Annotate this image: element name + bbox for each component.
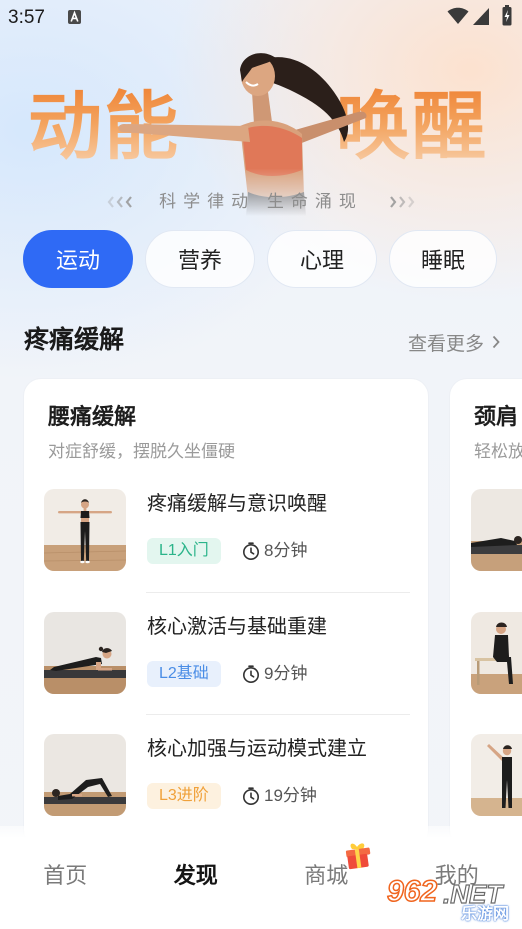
level-badge: L1入门 (147, 538, 221, 564)
site-watermark: 962 .NET 乐游网 (383, 875, 517, 926)
card-subtitle: 轻松放 (474, 442, 522, 461)
status-time: 3:57 (8, 7, 45, 28)
level-badge: L3进阶 (147, 783, 221, 809)
course-thumbnail[interactable] (471, 611, 522, 694)
clock-icon (241, 541, 261, 561)
card-title: 颈肩 (474, 404, 519, 429)
clock-icon (241, 786, 261, 806)
course-thumbnail (44, 611, 126, 694)
triple-chevron-right-icon (386, 195, 416, 209)
hero-tagline: 科学律动 生命涌现 (159, 192, 363, 211)
tab-sleep[interactable]: 睡眠 (389, 230, 497, 288)
course-duration: 19分钟 (264, 786, 317, 805)
nav-discover[interactable]: 发现 (131, 826, 262, 929)
cellular-signal-icon (473, 8, 489, 25)
card-title: 腰痛缓解 (48, 404, 137, 429)
a-notification-icon (68, 10, 81, 24)
watermark-number: 962 (386, 875, 438, 909)
course-item[interactable]: 核心加强与运动模式建立 L3进阶 19分钟 (24, 734, 428, 834)
triple-chevron-left-icon (106, 195, 136, 209)
nav-home[interactable]: 首页 (0, 826, 131, 929)
course-card-neck-shoulder[interactable]: 颈肩 轻松放 (449, 378, 522, 848)
course-title: 疼痛缓解与意识唤醒 (147, 493, 327, 515)
course-duration: 9分钟 (264, 663, 308, 683)
tab-nutrition[interactable]: 营养 (145, 230, 255, 288)
watermark-site-name: 乐游网 (461, 906, 510, 923)
tab-psychology[interactable]: 心理 (267, 230, 377, 288)
course-title: 核心激活与基础重建 (147, 615, 327, 638)
divider (146, 714, 410, 715)
course-thumbnail[interactable] (471, 734, 522, 816)
course-title: 核心加强与运动模式建立 (147, 738, 367, 760)
course-thumbnail (44, 489, 126, 571)
course-thumbnail (44, 734, 126, 816)
course-thumbnail[interactable] (471, 489, 522, 571)
course-card-lower-back[interactable]: 腰痛缓解 对症舒缓，摆脱久坐僵硬 疼痛缓解与意识唤醒 L1入门 8分钟 核心激活… (23, 378, 429, 848)
course-duration: 8分钟 (264, 541, 308, 560)
wifi-icon (447, 7, 469, 25)
view-more-link[interactable]: 查看更多 (408, 329, 500, 355)
chevron-right-icon (492, 335, 500, 349)
view-more-label: 查看更多 (408, 333, 485, 355)
section-title: 疼痛缓解 (24, 326, 125, 354)
gift-icon[interactable] (343, 842, 373, 870)
divider (146, 592, 410, 593)
card-subtitle: 对症舒缓，摆脱久坐僵硬 (48, 442, 235, 461)
battery-charging-icon (502, 5, 512, 26)
course-item[interactable]: 核心激活与基础重建 L2基础 9分钟 (24, 611, 428, 712)
clock-icon (241, 664, 261, 684)
level-badge: L2基础 (147, 660, 221, 687)
course-item[interactable]: 疼痛缓解与意识唤醒 L1入门 8分钟 (24, 489, 428, 589)
tab-exercise[interactable]: 运动 (23, 230, 133, 288)
